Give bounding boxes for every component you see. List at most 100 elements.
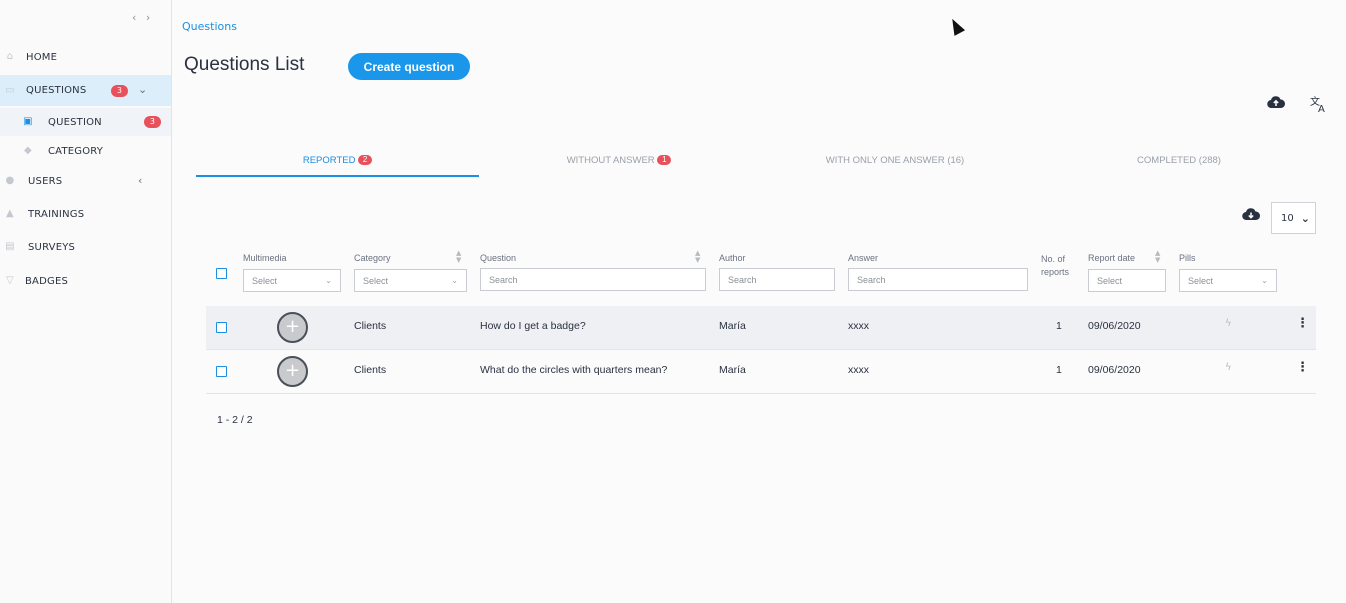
search-placeholder: Search	[857, 274, 886, 285]
tab-badge: 2	[358, 155, 373, 165]
column-header-multimedia: Multimedia	[243, 253, 287, 263]
multimedia-filter-select[interactable]: Select ⌄	[243, 269, 341, 292]
tab-reported[interactable]: REPORTED 2	[196, 155, 479, 177]
more-options-icon[interactable]: ⋮	[1296, 316, 1309, 331]
add-media-button[interactable]: +	[277, 312, 308, 343]
trainings-icon: ▲	[6, 208, 14, 219]
tab-label: WITH ONLY ONE ANSWER (16)	[825, 155, 965, 166]
collapse-sidebar-icon[interactable]: ‹ ›	[132, 11, 153, 24]
sidebar-item-label: QUESTION	[48, 116, 102, 128]
author-search-input[interactable]: Search	[719, 268, 835, 291]
reports-cell: 1	[1056, 364, 1062, 376]
report-date-cell: 09/06/2020	[1088, 364, 1141, 376]
lightning-icon: ϟ	[1225, 362, 1232, 373]
chevron-down-icon[interactable]: ⌄	[138, 83, 147, 96]
column-header-report-date[interactable]: Report date	[1088, 253, 1135, 263]
select-all-checkbox[interactable]	[216, 268, 227, 279]
sidebar-item-home[interactable]: ⌂ HOME	[0, 42, 171, 72]
cloud-download-icon[interactable]	[1242, 207, 1261, 225]
column-header-author: Author	[719, 253, 746, 263]
select-placeholder: Select	[1188, 275, 1214, 286]
question-search-input[interactable]: Search	[480, 268, 706, 291]
question-cell[interactable]: What do the circles with quarters mean?	[480, 364, 667, 376]
report-date-filter[interactable]: Select	[1088, 269, 1166, 292]
column-header-question[interactable]: Question	[480, 253, 516, 263]
page-size-value: 10	[1281, 212, 1294, 224]
search-placeholder: Search	[728, 274, 757, 285]
sidebar-item-label: USERS	[28, 175, 63, 187]
pills-filter-select[interactable]: Select ⌄	[1179, 269, 1277, 292]
mouse-cursor-icon	[946, 16, 966, 36]
sidebar-item-label: BADGES	[25, 275, 69, 287]
breadcrumb[interactable]: Questions	[182, 20, 237, 33]
search-placeholder: Search	[489, 274, 518, 285]
sort-icon[interactable]: ▲ ▼	[1155, 250, 1160, 264]
category-filter-select[interactable]: Select ⌄	[354, 269, 467, 292]
column-header-answer: Answer	[848, 253, 879, 263]
chevron-down-icon: ⌄	[1300, 212, 1310, 225]
sort-icon[interactable]: ▲ ▼	[456, 250, 461, 264]
users-icon: ●	[5, 175, 15, 186]
questions-count-badge: 3	[111, 84, 128, 97]
chevron-down-icon: ⌄	[451, 276, 458, 285]
table-row[interactable]: + Clients What do the circles with quart…	[206, 350, 1316, 394]
tab-with-only-one-answer[interactable]: WITH ONLY ONE ANSWER (16)	[759, 155, 1031, 177]
questions-icon: ▭	[5, 84, 15, 96]
chevron-down-icon: ⌄	[325, 276, 332, 285]
page-title: Questions List	[184, 54, 305, 75]
sidebar-item-label: SURVEYS	[28, 241, 76, 253]
sidebar-item-users[interactable]: ● USERS ‹	[0, 166, 171, 196]
answer-search-input[interactable]: Search	[848, 268, 1028, 291]
category-cell: Clients	[354, 320, 387, 332]
tab-without-answer[interactable]: WITHOUT ANSWER 1	[479, 155, 759, 177]
badges-icon: ▽	[6, 275, 14, 286]
report-date-cell: 09/06/2020	[1088, 320, 1141, 332]
sort-icon[interactable]: ▲ ▼	[695, 250, 700, 264]
column-header-category[interactable]: Category	[354, 253, 391, 263]
category-icon: ◆	[24, 145, 32, 156]
lightning-icon: ϟ	[1225, 318, 1232, 329]
sidebar-item-label: HOME	[26, 51, 58, 63]
question-cell[interactable]: How do I get a badge?	[480, 320, 586, 332]
tab-badge: 1	[657, 155, 672, 165]
select-placeholder: Select	[363, 275, 389, 286]
sidebar-item-badges[interactable]: ▽ BADGES	[0, 266, 171, 296]
create-question-button[interactable]: Create question	[348, 53, 470, 80]
svg-text:A: A	[1318, 104, 1325, 113]
sidebar-item-surveys[interactable]: ▤ SURVEYS	[0, 232, 171, 262]
column-header-pills: Pills	[1179, 253, 1196, 263]
more-options-icon[interactable]: ⋮	[1296, 360, 1309, 375]
pagination-info: 1 - 2 / 2	[217, 414, 253, 426]
add-media-button[interactable]: +	[277, 356, 308, 387]
page-size-select[interactable]: 10 ⌄	[1271, 202, 1316, 234]
row-checkbox[interactable]	[216, 366, 227, 377]
sidebar-item-questions[interactable]: ▭ QUESTIONS 3 ⌄	[0, 75, 171, 106]
sidebar-item-label: TRAININGS	[28, 208, 85, 220]
cloud-upload-icon[interactable]	[1267, 95, 1286, 113]
surveys-icon: ▤	[5, 241, 15, 252]
sidebar: ‹ › ⌂ HOME ▭ QUESTIONS 3 ⌄ ▣ QUESTION 3 …	[0, 0, 172, 603]
column-header-reports: No. of reports	[1041, 254, 1070, 277]
select-placeholder: Select	[252, 275, 278, 286]
sidebar-item-label: QUESTIONS	[26, 85, 87, 96]
home-icon: ⌂	[6, 51, 14, 62]
tab-label: WITHOUT ANSWER	[566, 155, 655, 166]
sidebar-item-label: CATEGORY	[48, 145, 104, 157]
question-count-badge: 3	[144, 116, 161, 128]
translate-icon[interactable]: 文A	[1310, 95, 1328, 117]
tab-label: REPORTED	[302, 155, 356, 166]
tab-completed[interactable]: COMPLETED (288)	[1031, 155, 1327, 177]
select-placeholder: Select	[1097, 275, 1123, 286]
author-cell: María	[719, 364, 746, 376]
chevron-down-icon: ⌄	[1261, 276, 1268, 285]
answer-cell: xxxx	[848, 320, 869, 332]
row-checkbox[interactable]	[216, 322, 227, 333]
answer-cell: xxxx	[848, 364, 869, 376]
sidebar-item-category[interactable]: ◆ CATEGORY	[0, 137, 171, 165]
question-icon: ▣	[23, 116, 33, 127]
chevron-left-icon[interactable]: ‹	[138, 174, 143, 187]
reports-cell: 1	[1056, 320, 1062, 332]
table-row[interactable]: + Clients How do I get a badge? María xx…	[206, 306, 1316, 350]
sidebar-item-trainings[interactable]: ▲ TRAININGS	[0, 199, 171, 229]
sidebar-item-question[interactable]: ▣ QUESTION 3	[0, 108, 171, 136]
